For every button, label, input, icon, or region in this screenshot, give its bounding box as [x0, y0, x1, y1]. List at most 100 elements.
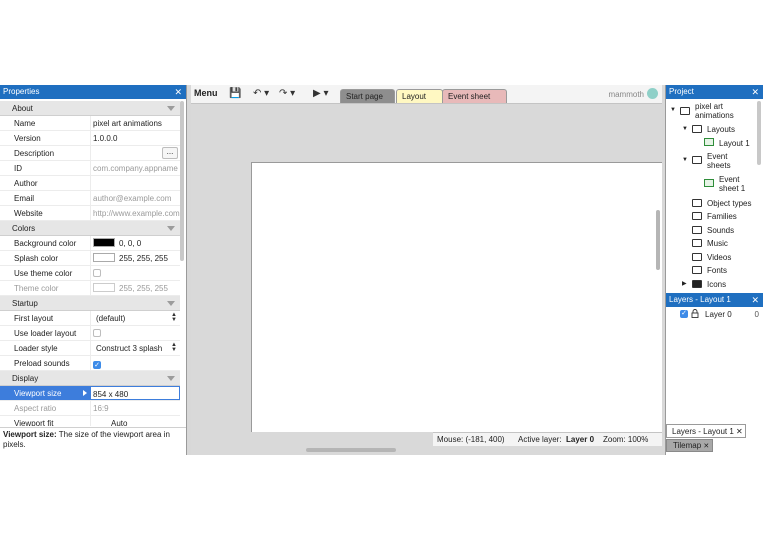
prop-row-email[interactable]: Email author@example.com	[0, 191, 180, 206]
expand-arrow-icon[interactable]: ▼	[682, 126, 688, 132]
description-edit-button[interactable]: ...	[162, 147, 178, 159]
close-icon[interactable]: ✕	[751, 293, 759, 307]
collapse-icon[interactable]	[167, 106, 175, 111]
prop-value[interactable]: pixel art animations	[90, 116, 180, 130]
prop-value[interactable]: author@example.com	[90, 191, 180, 205]
layer-visible-checkbox[interactable]: ✓	[680, 310, 688, 318]
prop-value[interactable]: com.company.appname	[90, 161, 180, 175]
color-swatch[interactable]	[93, 238, 115, 247]
tree-item-sounds[interactable]: Sounds	[707, 226, 734, 235]
expand-arrow-icon[interactable]: ▼	[670, 107, 676, 113]
tab-layers[interactable]: Layers - Layout 1 ✕	[666, 424, 746, 438]
prop-row-background-color[interactable]: Background color 0, 0, 0	[0, 236, 180, 251]
layer-row[interactable]: ✓ Layer 0 0	[666, 308, 763, 321]
preview-play-icon[interactable]: ▶ ▾	[313, 88, 329, 99]
project-title-bar: Project ✕	[666, 85, 763, 99]
tree-item-event-sheet-1[interactable]: Event sheet 1	[719, 175, 745, 193]
horizontal-scrollbar[interactable]	[306, 448, 396, 452]
folder-icon	[692, 125, 702, 133]
color-value: 0, 0, 0	[119, 239, 142, 248]
use-loader-checkbox[interactable]	[93, 329, 101, 337]
undo-icon[interactable]: ↶ ▾	[253, 88, 269, 99]
expand-arrow-icon[interactable]: ▼	[682, 157, 688, 163]
first-layout-select[interactable]: (default) ▲ ▼	[90, 311, 180, 325]
prop-value[interactable]: 255, 255, 255	[90, 251, 180, 265]
prop-value[interactable]	[90, 266, 180, 280]
collapse-icon[interactable]	[167, 301, 175, 306]
tree-item-event-sheets[interactable]: Event sheets	[707, 152, 731, 170]
prop-row-first-layout[interactable]: First layout (default) ▲ ▼	[0, 311, 180, 326]
menu-button[interactable]: Menu	[194, 88, 218, 98]
tree-item-root[interactable]: pixel art animations	[695, 102, 734, 120]
prop-value[interactable]: ...	[90, 146, 180, 160]
redo-icon[interactable]: ↷ ▾	[279, 88, 295, 99]
canvas-area[interactable]	[191, 105, 662, 432]
prop-row-aspect-ratio[interactable]: Aspect ratio 16:9	[0, 401, 180, 416]
prop-value[interactable]: ✓	[90, 356, 180, 370]
preload-sounds-checkbox[interactable]: ✓	[93, 361, 101, 369]
prop-key: Aspect ratio	[14, 404, 57, 413]
prop-row-website[interactable]: Website http://www.example.com	[0, 206, 180, 221]
tree-item-object-types[interactable]: Object types	[707, 199, 751, 208]
collapse-icon[interactable]	[167, 226, 175, 231]
prop-value[interactable]	[90, 176, 180, 190]
properties-scrollbar[interactable]	[180, 101, 184, 261]
close-icon[interactable]: ✕	[751, 85, 759, 99]
save-icon[interactable]: 💾	[229, 88, 241, 99]
section-startup[interactable]: Startup	[0, 296, 180, 311]
prop-row-description[interactable]: Description...	[0, 146, 180, 161]
tab-event-sheet-1[interactable]: Event sheet 1✕	[442, 89, 507, 115]
lock-icon[interactable]	[691, 309, 699, 318]
tree-label: Event	[719, 175, 740, 184]
prop-value[interactable]	[90, 326, 180, 340]
folder-icon	[692, 226, 702, 234]
collapse-arrow-icon[interactable]: ▶	[682, 280, 687, 287]
color-swatch[interactable]	[93, 253, 115, 262]
zoom-level: Zoom: 100%	[603, 435, 649, 444]
use-theme-checkbox[interactable]	[93, 269, 101, 277]
tab-start-page[interactable]: Start page	[340, 89, 395, 103]
collapse-icon[interactable]	[167, 376, 175, 381]
layout-canvas[interactable]	[251, 162, 662, 432]
close-icon[interactable]: ✕	[174, 85, 182, 99]
section-colors-label: Colors	[12, 224, 36, 233]
tab-layout-1[interactable]: Layout 1✕	[396, 89, 443, 115]
color-value: 255, 255, 255	[119, 254, 168, 263]
prop-value[interactable]: Auto	[90, 416, 180, 426]
tree-item-music[interactable]: Music	[707, 239, 728, 248]
prop-value[interactable]: 0, 0, 0	[90, 236, 180, 250]
prop-row-loader-style[interactable]: Loader style Construct 3 splash ▲ ▼	[0, 341, 180, 356]
color-value: 255, 255, 255	[119, 284, 168, 293]
prop-value[interactable]: 255, 255, 255	[90, 281, 180, 295]
tree-item-fonts[interactable]: Fonts	[707, 266, 727, 275]
prop-row-preload-sounds[interactable]: Preload sounds ✓	[0, 356, 180, 371]
loader-style-select[interactable]: Construct 3 splash ▲ ▼	[90, 341, 180, 355]
section-display[interactable]: Display	[0, 371, 180, 386]
prop-value[interactable]: 1.0.0.0	[90, 131, 180, 145]
vertical-scrollbar[interactable]	[656, 210, 660, 270]
prop-row-viewport-size[interactable]: Viewport size 854 x 480	[0, 386, 180, 401]
prop-row-viewport-fit[interactable]: Viewport fit Auto	[0, 416, 180, 426]
tree-item-layout-1[interactable]: Layout 1	[719, 139, 750, 148]
tree-item-layouts[interactable]: Layouts	[707, 125, 735, 134]
prop-row-use-theme-color[interactable]: Use theme color	[0, 266, 180, 281]
section-colors[interactable]: Colors	[0, 221, 180, 236]
prop-row-author[interactable]: Author	[0, 176, 180, 191]
project-scrollbar[interactable]	[757, 101, 761, 165]
tab-tilemap[interactable]: Tilemap ✕	[666, 439, 713, 452]
color-swatch[interactable]	[93, 283, 115, 292]
viewport-size-input[interactable]: 854 x 480	[90, 386, 180, 400]
prop-row-theme-color[interactable]: Theme color 255, 255, 255	[0, 281, 180, 296]
tree-item-videos[interactable]: Videos	[707, 253, 731, 262]
prop-row-splash-color[interactable]: Splash color 255, 255, 255	[0, 251, 180, 266]
prop-row-version[interactable]: Version 1.0.0.0	[0, 131, 180, 146]
prop-row-id[interactable]: ID com.company.appname	[0, 161, 180, 176]
close-tab-icon[interactable]: ✕	[736, 427, 743, 436]
prop-row-use-loader-layout[interactable]: Use loader layout	[0, 326, 180, 341]
section-about[interactable]: About	[0, 101, 180, 116]
close-tab-icon[interactable]: ✕	[703, 443, 709, 450]
tree-item-families[interactable]: Families	[707, 212, 737, 221]
tree-item-icons[interactable]: Icons	[707, 280, 726, 289]
prop-value[interactable]: http://www.example.com	[90, 206, 180, 220]
prop-row-name[interactable]: Name pixel art animations	[0, 116, 180, 131]
